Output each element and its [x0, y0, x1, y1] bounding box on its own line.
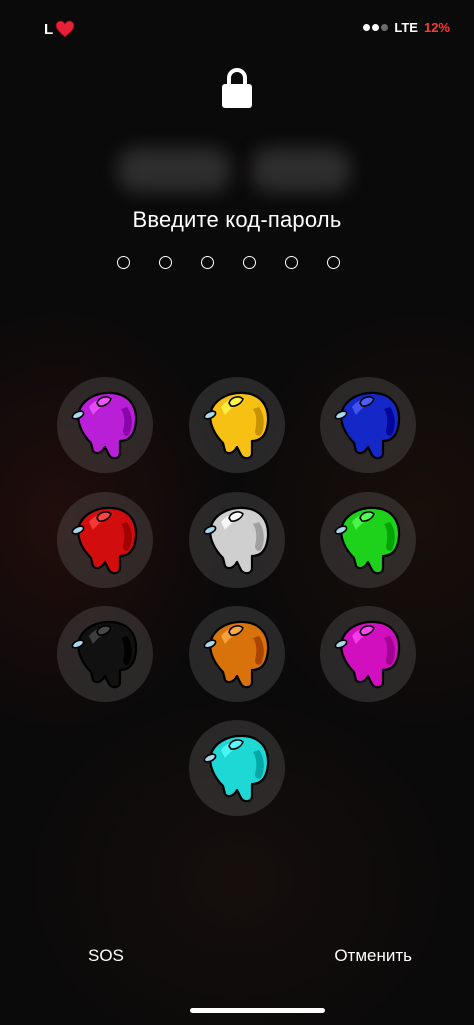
crewmate-white-icon: [203, 506, 270, 575]
crewmate-purple-icon: [71, 391, 138, 460]
keypad-key[interactable]: [320, 492, 416, 588]
crewmate-blue-icon: [334, 391, 401, 460]
passcode-dot: [117, 256, 130, 269]
crewmate-yellow-icon: [203, 391, 270, 460]
crewmate-cyan-icon: [203, 734, 270, 803]
passcode-dot: [201, 256, 214, 269]
passcode-dot: [327, 256, 340, 269]
cancel-button[interactable]: Отменить: [334, 946, 412, 966]
keypad-key[interactable]: [189, 377, 285, 473]
carrier-label: L: [44, 20, 54, 38]
passcode-dot: [159, 256, 172, 269]
crewmate-black-icon: [71, 620, 138, 689]
blurred-owner-name: [118, 148, 358, 192]
passcode-dots: [117, 256, 340, 269]
status-indicators: LTE 12%: [363, 20, 450, 35]
sos-button[interactable]: SOS: [88, 946, 124, 966]
passcode-dot: [285, 256, 298, 269]
crewmate-red-icon: [71, 506, 138, 575]
keypad-key[interactable]: [189, 606, 285, 702]
keypad-key[interactable]: [57, 377, 153, 473]
crewmate-pink-icon: [334, 620, 401, 689]
passcode-dot: [243, 256, 256, 269]
battery-percentage: 12%: [423, 20, 450, 35]
signal-icon: [363, 24, 389, 31]
heart-icon: [55, 20, 75, 38]
passcode-prompt: Введите код-пароль: [132, 207, 342, 232]
keypad-key[interactable]: [320, 606, 416, 702]
lock-icon: [222, 68, 252, 108]
keypad-key[interactable]: [320, 377, 416, 473]
keypad-key[interactable]: [189, 720, 285, 816]
keypad-key[interactable]: [189, 492, 285, 588]
crewmate-orange-icon: [203, 620, 270, 689]
carrier-label-group: L: [44, 20, 75, 38]
keypad-key[interactable]: [57, 492, 153, 588]
network-label: LTE: [394, 20, 418, 35]
home-indicator[interactable]: [190, 1008, 325, 1013]
crewmate-green-icon: [334, 506, 401, 575]
keypad-key[interactable]: [57, 606, 153, 702]
